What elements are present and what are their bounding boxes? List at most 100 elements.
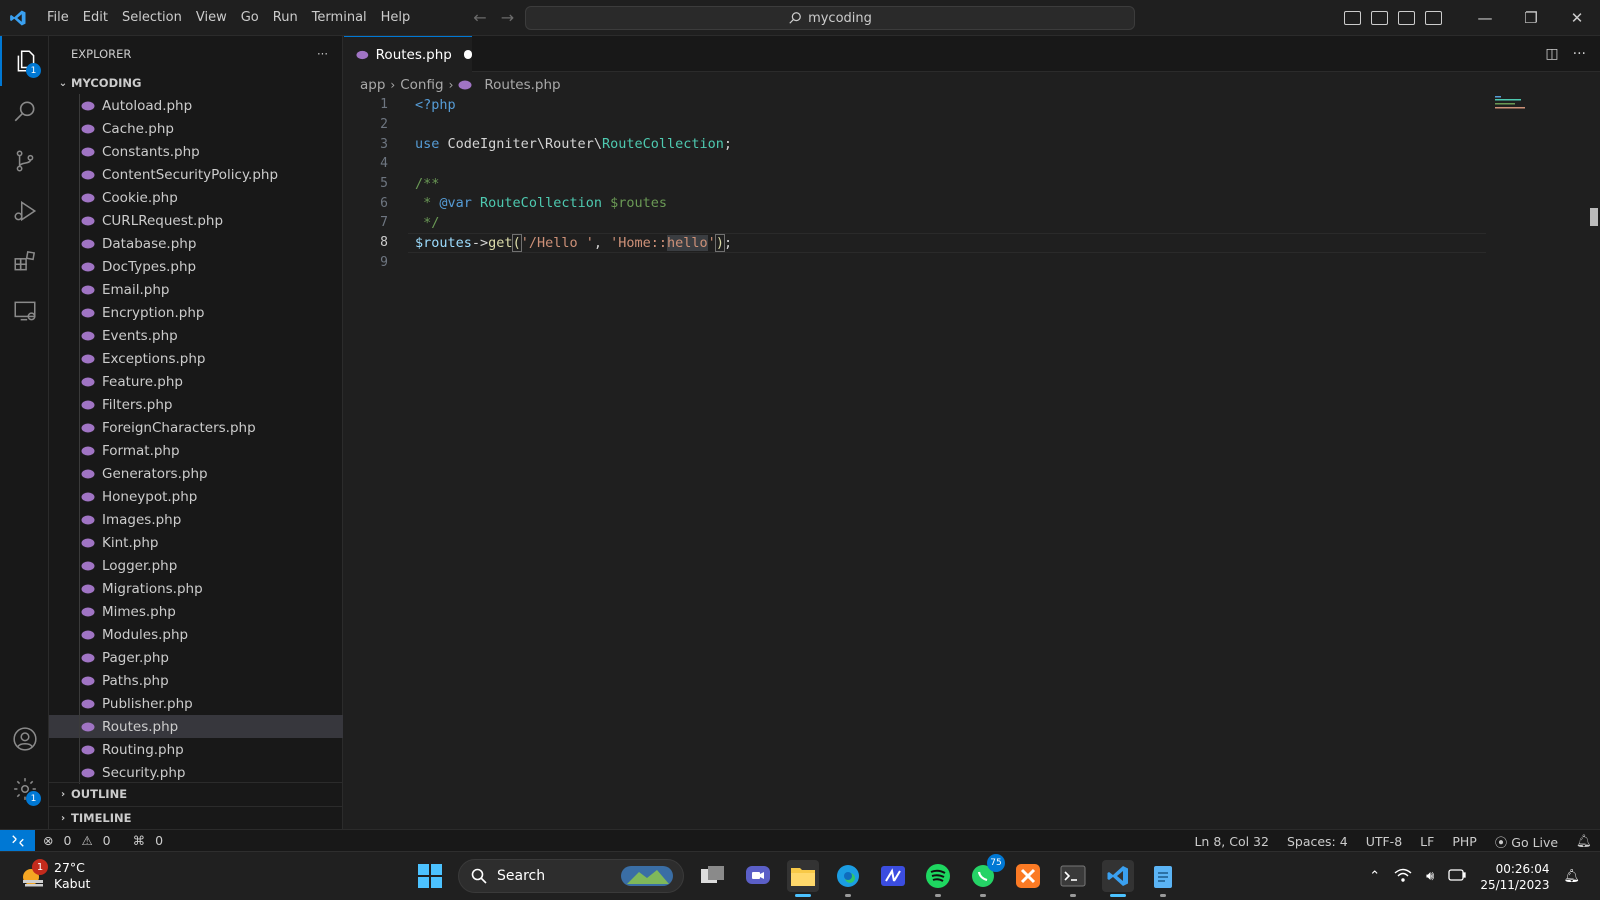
file-item[interactable]: Kint.php <box>49 531 343 554</box>
file-item[interactable]: Security.php <box>49 761 343 784</box>
encoding[interactable]: UTF-8 <box>1366 834 1402 849</box>
indentation[interactable]: Spaces: 4 <box>1287 834 1348 849</box>
forward-arrow-icon[interactable]: → <box>501 8 514 27</box>
file-item[interactable]: Logger.php <box>49 554 343 577</box>
breadcrumb-file[interactable]: Routes.php <box>484 77 560 93</box>
vscode-taskbar-icon[interactable] <box>1102 860 1134 897</box>
problems-indicator[interactable]: ⊗ 0 ⚠ 0 ⌘ 0 <box>43 833 163 848</box>
timeline-section[interactable]: › TIMELINE <box>49 806 343 829</box>
chevron-up-icon[interactable]: ⌃ <box>1369 869 1380 884</box>
task-view-icon[interactable] <box>697 860 729 892</box>
clock[interactable]: 00:26:04 25/11/2023 <box>1480 861 1549 893</box>
menu-selection[interactable]: Selection <box>115 0 189 36</box>
file-item[interactable]: Routes.php <box>49 715 343 738</box>
explorer-activity[interactable]: 1 <box>0 36 49 86</box>
breadcrumb-app[interactable]: app <box>360 77 385 93</box>
language-mode[interactable]: PHP <box>1452 834 1476 849</box>
battery-icon[interactable] <box>1448 868 1466 885</box>
terminal-icon[interactable] <box>1057 860 1089 897</box>
file-item[interactable]: ForeignCharacters.php <box>49 416 343 439</box>
extensions-activity[interactable] <box>0 236 49 286</box>
wifi-icon[interactable] <box>1394 868 1412 886</box>
accounts-activity[interactable] <box>0 714 49 764</box>
file-item[interactable]: Migrations.php <box>49 577 343 600</box>
file-item[interactable]: Format.php <box>49 439 343 462</box>
spotify-icon[interactable] <box>922 860 954 897</box>
file-item[interactable]: Cache.php <box>49 117 343 140</box>
end-of-line[interactable]: LF <box>1420 834 1434 849</box>
unsaved-dot-icon[interactable] <box>463 50 472 59</box>
more-actions-icon[interactable]: ··· <box>317 47 328 61</box>
file-item[interactable]: Exceptions.php <box>49 347 343 370</box>
file-item[interactable]: Routing.php <box>49 738 343 761</box>
file-item[interactable]: Publisher.php <box>49 692 343 715</box>
menu-edit[interactable]: Edit <box>76 0 115 36</box>
restore-button[interactable]: ❐ <box>1508 0 1554 36</box>
file-item[interactable]: Encryption.php <box>49 301 343 324</box>
file-item[interactable]: DocTypes.php <box>49 255 343 278</box>
toggle-primary-sidebar-icon[interactable] <box>1344 11 1361 25</box>
manage-activity[interactable]: 1 <box>0 764 49 814</box>
outline-section[interactable]: › OUTLINE <box>49 782 343 805</box>
open-paren: ( <box>511 233 522 252</box>
file-item[interactable]: Images.php <box>49 508 343 531</box>
file-item[interactable]: Events.php <box>49 324 343 347</box>
file-item[interactable]: Honeypot.php <box>49 485 343 508</box>
notepad-icon[interactable] <box>1147 860 1179 897</box>
file-item[interactable]: Cookie.php <box>49 186 343 209</box>
menu-run[interactable]: Run <box>266 0 305 36</box>
breadcrumb-config[interactable]: Config <box>400 77 443 93</box>
remote-indicator[interactable] <box>0 829 35 852</box>
teams-chat-icon[interactable] <box>742 860 774 892</box>
remote-explorer-activity[interactable] <box>0 286 49 336</box>
weather-widget[interactable]: 1 27°C Kabut <box>20 859 90 892</box>
close-button[interactable]: ✕ <box>1554 0 1600 36</box>
menu-go[interactable]: Go <box>234 0 266 36</box>
edge-browser-icon[interactable] <box>832 860 864 897</box>
xampp-icon[interactable] <box>1012 860 1044 892</box>
file-item[interactable]: Mimes.php <box>49 600 343 623</box>
scrollbar-marker[interactable] <box>1590 208 1598 226</box>
file-item[interactable]: CURLRequest.php <box>49 209 343 232</box>
cursor-position[interactable]: Ln 8, Col 32 <box>1194 834 1269 849</box>
notification-center-icon[interactable]: 🔔︎ <box>1563 869 1580 884</box>
minimap[interactable] <box>1495 96 1527 112</box>
vpn-app-icon[interactable] <box>877 860 909 892</box>
menu-view[interactable]: View <box>189 0 234 36</box>
command-center[interactable]: mycoding <box>525 6 1135 30</box>
file-item[interactable]: Paths.php <box>49 669 343 692</box>
file-item[interactable]: Feature.php <box>49 370 343 393</box>
file-item[interactable]: Filters.php <box>49 393 343 416</box>
search-activity[interactable] <box>0 86 49 136</box>
file-item[interactable]: Constants.php <box>49 140 343 163</box>
toggle-secondary-sidebar-icon[interactable] <box>1398 11 1415 25</box>
menu-file[interactable]: File <box>40 0 76 36</box>
go-live-button[interactable]: ⦿ Go Live <box>1495 832 1558 851</box>
file-item[interactable]: Email.php <box>49 278 343 301</box>
whatsapp-icon[interactable]: 75 <box>967 854 1005 897</box>
split-editor-icon[interactable]: ◫ <box>1545 46 1558 62</box>
back-arrow-icon[interactable]: ← <box>473 8 486 27</box>
file-item[interactable]: Autoload.php <box>49 94 343 117</box>
menu-terminal[interactable]: Terminal <box>305 0 374 36</box>
tab-routes[interactable]: Routes.php <box>344 36 472 72</box>
run-debug-activity[interactable] <box>0 186 49 236</box>
file-explorer-icon[interactable] <box>787 860 819 897</box>
minimize-button[interactable]: — <box>1462 0 1508 36</box>
file-item[interactable]: Generators.php <box>49 462 343 485</box>
taskbar-search[interactable]: Search <box>458 859 684 893</box>
toggle-panel-icon[interactable] <box>1371 11 1388 25</box>
menu-help[interactable]: Help <box>374 0 418 36</box>
folder-header[interactable]: ⌄ MYCODING <box>49 72 342 94</box>
customize-layout-icon[interactable] <box>1425 11 1442 25</box>
file-item[interactable]: Modules.php <box>49 623 343 646</box>
more-actions-icon[interactable]: ··· <box>1573 46 1586 62</box>
code-editor[interactable]: 1 <?php 2 3 use CodeIgniter\Router\Route… <box>344 95 1486 272</box>
volume-icon[interactable]: 🔊︎ <box>1426 869 1434 884</box>
file-item[interactable]: Database.php <box>49 232 343 255</box>
file-item[interactable]: ContentSecurityPolicy.php <box>49 163 343 186</box>
notifications-bell-icon[interactable]: 🔔︎ <box>1576 833 1592 849</box>
start-button[interactable] <box>418 864 442 888</box>
source-control-activity[interactable] <box>0 136 49 186</box>
file-item[interactable]: Pager.php <box>49 646 343 669</box>
